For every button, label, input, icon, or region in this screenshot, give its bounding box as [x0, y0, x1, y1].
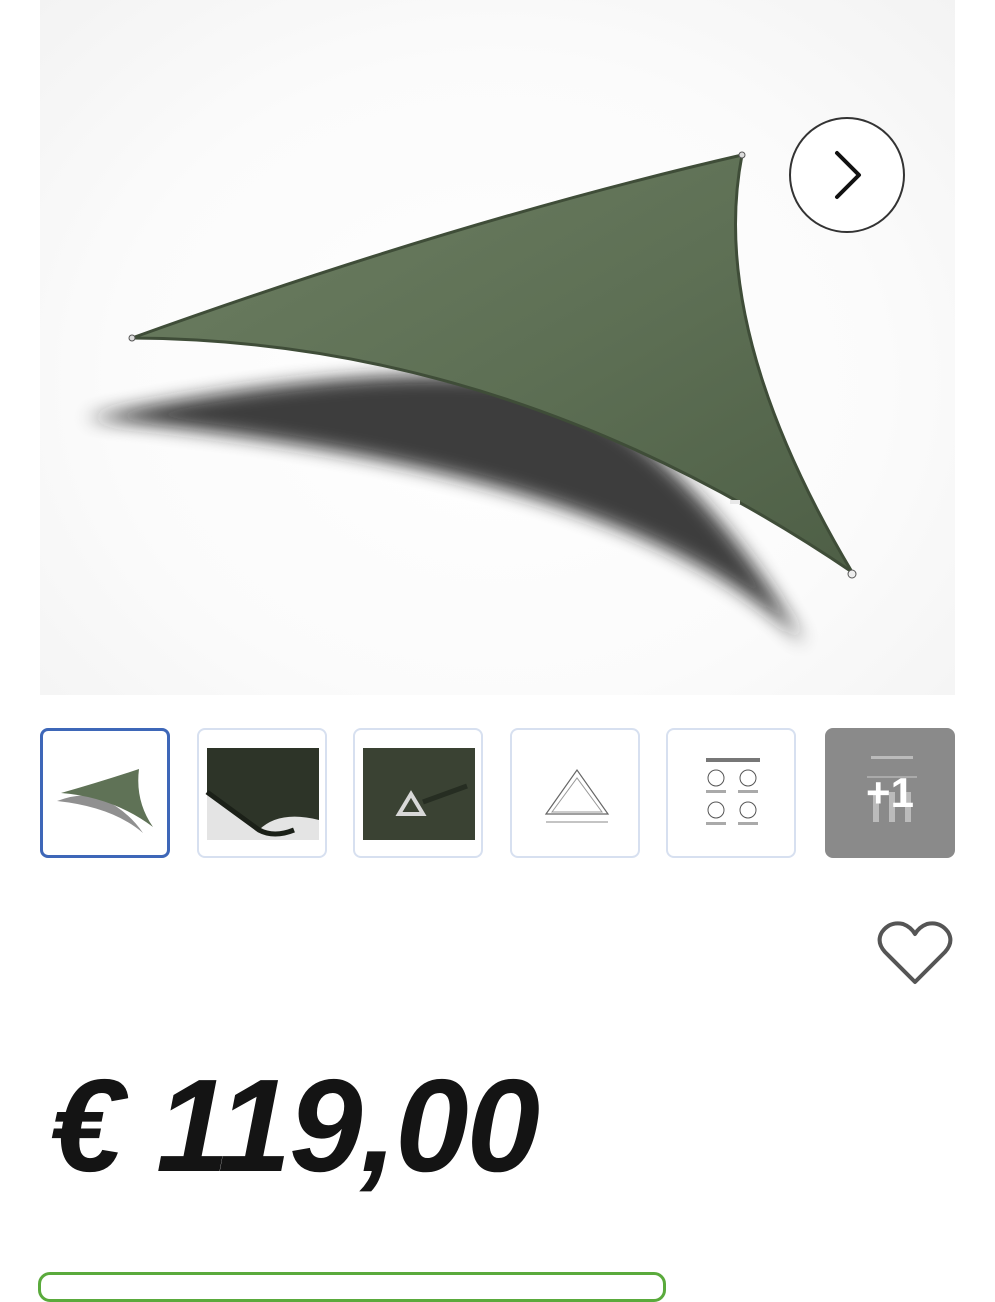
wishlist-button[interactable]	[876, 918, 954, 988]
shade-sail-illustration	[85, 151, 857, 645]
add-to-cart-button[interactable]	[38, 1272, 666, 1302]
thumbnail-easy-installation[interactable]	[666, 728, 796, 858]
main-product-image[interactable]	[40, 0, 955, 695]
thumbnail-fabric-edge[interactable]	[197, 728, 327, 858]
fabric-edge-thumb-image	[205, 748, 319, 840]
product-price: € 119,00	[50, 1052, 540, 1199]
thumbnail-more-images[interactable]: +1	[825, 728, 955, 858]
chevron-right-icon	[835, 151, 861, 199]
thumbnail-shade-sail[interactable]	[40, 728, 170, 858]
thumbnail-fabric-ring[interactable]	[353, 728, 483, 858]
installation-thumb-image	[706, 758, 760, 825]
heart-outline-icon	[877, 921, 953, 984]
next-image-button[interactable]	[789, 117, 905, 233]
dimensions-thumb-image	[544, 768, 610, 823]
thumbnail-dimensions[interactable]	[510, 728, 640, 858]
more-images-count: +1	[866, 769, 914, 816]
fabric-ring-thumb-image	[363, 748, 475, 840]
shade-sail-thumb-image	[57, 769, 153, 833]
thumbnail-strip: +1	[40, 728, 955, 860]
